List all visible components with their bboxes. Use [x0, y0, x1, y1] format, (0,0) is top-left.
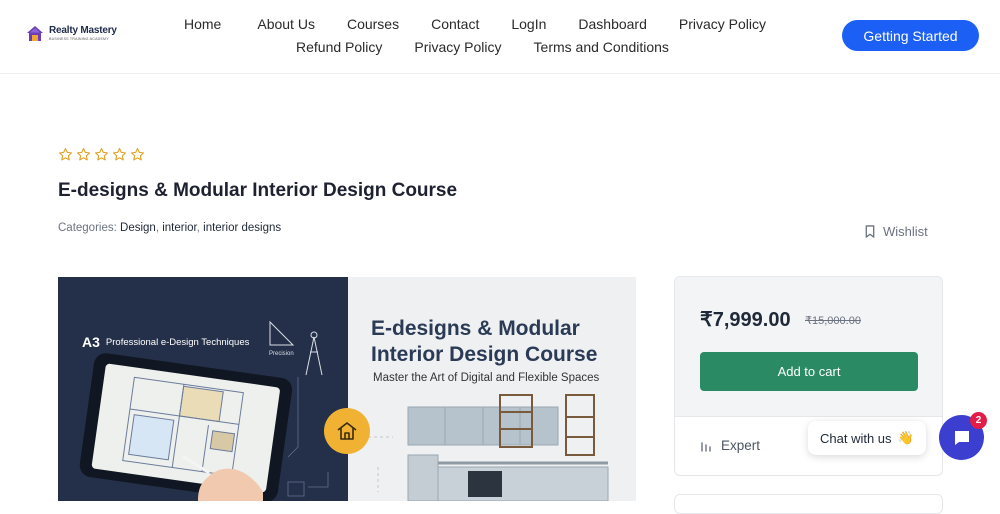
category-link-design[interactable]: Design: [120, 222, 156, 234]
wishlist-label: Wishlist: [883, 224, 928, 239]
wishlist-button[interactable]: Wishlist: [864, 224, 928, 239]
site-logo[interactable]: Realty Mastery BUSINESS TRAINING ACADEMY: [25, 24, 117, 44]
thumbnail-right-panel: [348, 277, 636, 501]
course-categories: Categories: Design, interior, interior d…: [58, 222, 282, 234]
sale-price: ₹7,999.00: [700, 309, 791, 331]
site-header: Realty Mastery BUSINESS TRAINING ACADEMY…: [0, 0, 1000, 74]
star-outline-icon: [131, 148, 144, 161]
level-bars-icon: [701, 442, 711, 452]
course-level-label: Expert: [721, 438, 761, 453]
nav-login[interactable]: LogIn: [511, 16, 546, 32]
logo-title: Realty Mastery: [49, 25, 117, 37]
thumbnail-tag: A3 Professional e-Design Techniques: [82, 334, 249, 350]
nav-courses[interactable]: Courses: [347, 16, 399, 32]
chat-unread-badge: 2: [970, 412, 987, 429]
course-thumbnail: A3 Professional e-Design Techniques Prec…: [58, 277, 636, 501]
regular-price: ₹15,000.00: [805, 315, 861, 327]
main-nav: Home About Us Courses Contact LogIn Dash…: [184, 16, 766, 32]
thumbnail-left-panel: A3 Professional e-Design Techniques Prec…: [58, 277, 348, 501]
nav-privacy-policy-2[interactable]: Privacy Policy: [414, 39, 501, 55]
star-outline-icon: [113, 148, 126, 161]
house-badge: [324, 408, 370, 454]
house-logo-icon: [27, 26, 43, 41]
nav-dashboard[interactable]: Dashboard: [578, 16, 647, 32]
tablet-illustration: [79, 320, 329, 501]
thumbnail-subline: Master the Art of Digital and Flexible S…: [373, 372, 600, 384]
logo-subtitle: BUSINESS TRAINING ACADEMY: [49, 37, 109, 42]
secondary-card: [674, 494, 943, 514]
add-to-cart-button[interactable]: Add to cart: [700, 352, 918, 391]
pricing-card-top: ₹7,999.00 ₹15,000.00 Add to cart: [675, 277, 942, 417]
nav-home[interactable]: Home: [184, 16, 221, 32]
chat-prompt-label: Chat with us: [820, 430, 892, 446]
waving-hand-icon: 👋: [897, 430, 914, 445]
star-outline-icon: [95, 148, 108, 161]
star-outline-icon: [59, 148, 72, 161]
chat-prompt[interactable]: Chat with us 👋: [808, 421, 926, 455]
precision-label: Precision: [269, 351, 294, 357]
chat-icon: [954, 430, 969, 445]
nav-terms-and-conditions[interactable]: Terms and Conditions: [534, 39, 669, 55]
kitchen-illustration: [368, 394, 609, 501]
rating-stars: [58, 147, 145, 162]
house-icon: [337, 422, 357, 440]
categories-label: Categories:: [58, 222, 117, 234]
course-title: E-designs & Modular Interior Design Cour…: [58, 180, 458, 201]
nav-about-us[interactable]: About Us: [257, 16, 315, 32]
thumbnail-headline-1: E-designs & Modular: [371, 317, 580, 340]
secondary-nav: Refund Policy Privacy Policy Terms and C…: [296, 39, 669, 55]
nav-contact[interactable]: Contact: [431, 16, 479, 32]
thumbnail-headline-2: Interior Design Course: [371, 343, 598, 366]
course-level: Expert: [700, 438, 760, 453]
thumbnail-tag-text: Professional e-Design Techniques: [105, 336, 250, 348]
getting-started-button[interactable]: Getting Started: [842, 20, 979, 51]
category-link-interior-designs[interactable]: interior designs: [203, 222, 281, 234]
category-link-interior[interactable]: interior: [162, 222, 197, 234]
nav-privacy-policy[interactable]: Privacy Policy: [679, 16, 766, 32]
a3-logo-icon: A3: [82, 334, 100, 350]
bookmark-icon: [865, 225, 875, 238]
nav-refund-policy[interactable]: Refund Policy: [296, 39, 382, 55]
star-outline-icon: [77, 148, 90, 161]
